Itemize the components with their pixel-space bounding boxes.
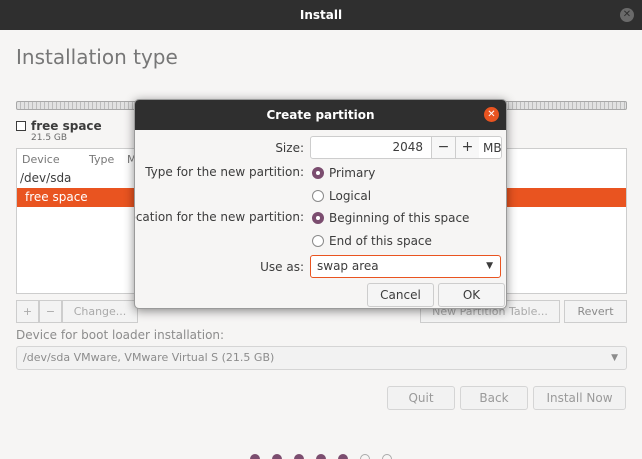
back-button[interactable]: Back: [460, 386, 528, 410]
use-as-label: Use as:: [260, 260, 304, 274]
radio-primary-label: Primary: [329, 166, 376, 180]
progress-dot: [338, 454, 348, 459]
location-label: Location for the new partition:: [134, 210, 304, 224]
radio-beginning-label: Beginning of this space: [329, 211, 470, 225]
window-titlebar: Install ✕: [0, 0, 642, 30]
change-partition-button[interactable]: Change...: [62, 300, 138, 323]
radio-checked-icon: [312, 167, 324, 179]
install-now-button[interactable]: Install Now: [533, 386, 626, 410]
chevron-down-icon: ▼: [611, 353, 618, 363]
progress-dot: [272, 454, 282, 459]
legend-swatch: [16, 121, 26, 131]
progress-dot: [250, 454, 260, 459]
progress-dot: [294, 454, 304, 459]
radio-unchecked-icon: [312, 235, 324, 247]
remove-partition-button[interactable]: −: [39, 300, 62, 323]
quit-button[interactable]: Quit: [387, 386, 455, 410]
dialog-title: Create partition: [266, 108, 375, 122]
column-header-device[interactable]: Device: [22, 153, 60, 166]
add-partition-button[interactable]: +: [16, 300, 39, 323]
bootloader-value: /dev/sda VMware, VMware Virtual S (21.5 …: [23, 351, 275, 364]
progress-dot: [382, 454, 392, 459]
ok-button[interactable]: OK: [438, 283, 505, 307]
increment-button[interactable]: +: [455, 137, 479, 158]
radio-logical-label: Logical: [329, 189, 372, 203]
dialog-titlebar: Create partition ✕: [135, 100, 506, 130]
revert-button[interactable]: Revert: [564, 300, 627, 323]
size-label: Size:: [275, 141, 304, 155]
progress-dot: [316, 454, 326, 459]
use-as-select[interactable]: swap area ▼: [310, 255, 501, 278]
size-unit: MB: [483, 141, 502, 155]
decrement-button[interactable]: −: [431, 137, 455, 158]
legend-size: 21.5 GB: [31, 133, 68, 143]
bootloader-label: Device for boot loader installation:: [16, 328, 225, 342]
page-title: Installation type: [16, 45, 178, 69]
progress-dot: [360, 454, 370, 459]
type-label: Type for the new partition:: [145, 165, 304, 179]
radio-checked-icon: [312, 212, 324, 224]
radio-end-label: End of this space: [329, 234, 432, 248]
cancel-button[interactable]: Cancel: [367, 283, 434, 307]
legend-name: free space: [31, 119, 102, 133]
create-partition-dialog: Create partition ✕ Size: 2048 − + MB Typ…: [134, 99, 507, 309]
size-stepper[interactable]: 2048 − +: [310, 136, 502, 159]
close-icon[interactable]: ✕: [620, 8, 634, 22]
bootloader-select[interactable]: /dev/sda VMware, VMware Virtual S (21.5 …: [16, 346, 627, 370]
chevron-down-icon: ▼: [486, 261, 493, 271]
column-header-type[interactable]: Type: [89, 153, 114, 166]
size-input[interactable]: 2048: [311, 137, 423, 158]
window-title: Install: [299, 8, 343, 22]
close-icon[interactable]: ✕: [484, 107, 499, 122]
radio-unchecked-icon: [312, 190, 324, 202]
use-as-value: swap area: [317, 259, 379, 273]
